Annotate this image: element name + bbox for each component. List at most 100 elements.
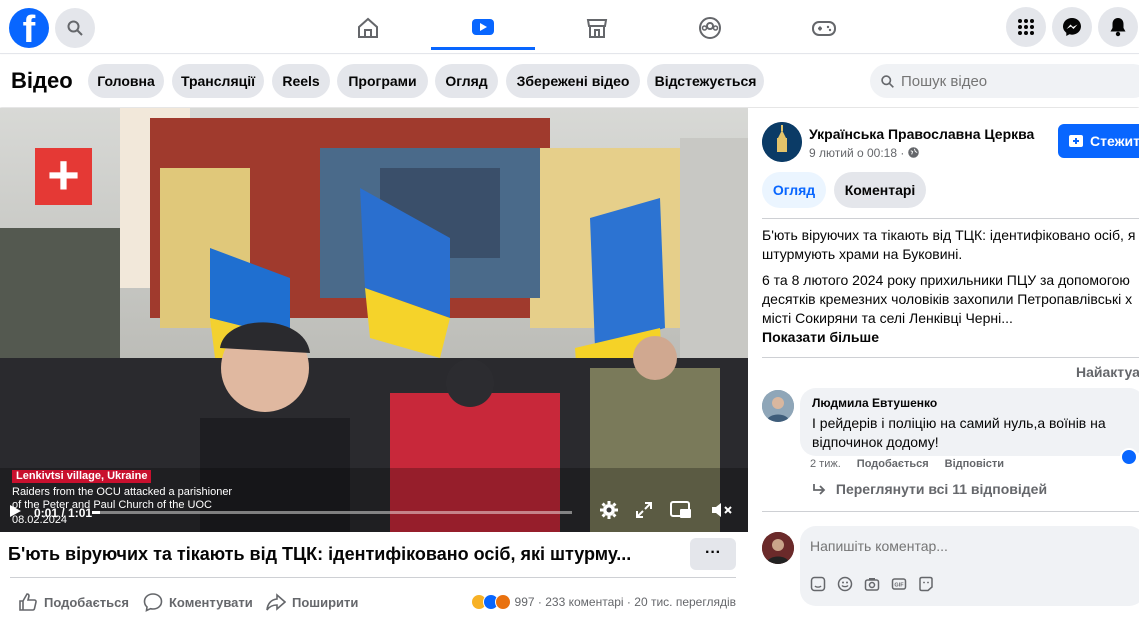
comment-author[interactable]: Людмила Евтушенко (812, 396, 937, 410)
post-actions: Подобається Коментувати Поширити 997 · 2… (0, 584, 748, 620)
thumbs-up-icon (19, 593, 37, 611)
location-caption: Lenkivtsi village, Ukraine (12, 470, 152, 483)
description-line-2: штурмують храми на Буковині. (762, 246, 963, 262)
menu-grid-icon (1018, 19, 1034, 35)
description-line-5: місті Сокиряни та селі Ленківці Черні... (762, 310, 1013, 326)
pill-reels[interactable]: Reels (272, 64, 330, 98)
separator: · (534, 595, 546, 609)
description-line-1: Б'ють віруючих та тікають від ТЦК: ідент… (762, 227, 1136, 243)
tab-groups[interactable] (658, 6, 762, 50)
reply-arrow-icon (813, 484, 826, 495)
progress-track[interactable] (92, 511, 572, 514)
menu-button[interactable] (1006, 7, 1046, 47)
camera-icon[interactable] (864, 576, 880, 592)
user-photo-icon (762, 532, 794, 564)
comments-count[interactable]: 233 коментарі (545, 595, 623, 609)
pill-shows[interactable]: Програми (337, 64, 428, 98)
emoji-icon[interactable] (837, 576, 853, 592)
comment-text-line-1: І рейдерів і поліцію на самий нуль,а вої… (812, 415, 1106, 431)
current-user-avatar[interactable] (762, 532, 794, 564)
pill-home[interactable]: Головна (88, 64, 164, 98)
composer-toolbar: GIF (810, 576, 934, 592)
separator: · (623, 595, 635, 609)
marketplace-icon (586, 19, 608, 38)
sticker-icon[interactable] (810, 576, 826, 592)
notifications-button[interactable] (1098, 7, 1138, 47)
search-icon (67, 20, 83, 36)
like-label: Подобається (44, 594, 129, 610)
commenter-avatar[interactable] (762, 390, 794, 422)
view-replies-link[interactable]: Переглянути всі 11 відповідей (812, 481, 1047, 497)
search-input[interactable] (901, 72, 1121, 90)
post-date-text: 9 лютий о 00:18 · (809, 146, 905, 160)
muted-speaker-icon (712, 503, 732, 517)
view-replies-label: Переглянути всі 11 відповідей (835, 481, 1048, 497)
tab-marketplace[interactable] (545, 6, 649, 50)
follow-button[interactable]: Стежити (1058, 124, 1139, 158)
pill-saved-videos[interactable]: Збережені відео (506, 64, 640, 98)
post-date: 9 лютий о 00:18 · (809, 146, 919, 160)
description-line-3: 6 та 8 лютого 2024 року прихильники ПЦУ … (762, 272, 1130, 288)
expand-icon (636, 502, 652, 518)
search-icon (881, 74, 894, 88)
show-more-link[interactable]: Показати більше (762, 328, 879, 347)
tab-gaming[interactable] (772, 6, 876, 50)
gif-icon[interactable]: GIF (891, 576, 907, 592)
comment-composer: GIF (800, 526, 1139, 606)
tab-home[interactable] (316, 6, 420, 50)
video-search[interactable] (870, 64, 1139, 98)
tab-comments[interactable]: Коментарі (834, 172, 926, 208)
settings-button[interactable] (599, 500, 619, 525)
play-icon (10, 505, 21, 517)
description-line-4: десятків кремезних чоловіків захопили Пе… (762, 291, 1133, 307)
reactions-count[interactable]: 997 (515, 595, 535, 609)
page-avatar[interactable] (762, 122, 802, 162)
tab-video[interactable] (431, 6, 535, 50)
avatar-sticker-icon[interactable] (918, 576, 934, 592)
play-button[interactable] (8, 504, 22, 518)
comment-time[interactable]: 2 тиж. (810, 458, 841, 470)
comment-meta: 2 тиж. Подобається Відповісти (810, 458, 1004, 470)
top-navigation-bar: f (0, 0, 1139, 54)
follow-label: Стежити (1090, 133, 1139, 149)
church-logo-icon (762, 122, 802, 162)
fullscreen-button[interactable] (636, 502, 652, 523)
comment-reply-button[interactable]: Відповісти (945, 458, 1004, 470)
divider (762, 511, 1139, 512)
globe-icon (907, 147, 919, 158)
svg-text:GIF: GIF (894, 583, 904, 589)
comment-like-button[interactable]: Подобається (857, 458, 929, 470)
facebook-logo[interactable]: f (9, 8, 49, 51)
gear-icon (600, 501, 618, 519)
divider (762, 218, 1139, 219)
search-button[interactable] (55, 8, 95, 48)
pill-live[interactable]: Трансляції (172, 64, 264, 98)
views-count: 20 тис. переглядів (634, 595, 736, 609)
angry-reaction-icon (494, 594, 511, 610)
home-icon (358, 17, 378, 38)
follow-page-icon (1069, 135, 1083, 147)
comment-input[interactable] (810, 538, 1130, 554)
messenger-icon (1063, 18, 1081, 36)
caption-line-1: Raiders from the OCU attacked a parishio… (12, 486, 233, 498)
tab-overview[interactable]: Огляд (762, 172, 826, 208)
share-label: Поширити (292, 594, 359, 610)
page-title: Відео (11, 68, 73, 93)
messenger-button[interactable] (1052, 7, 1092, 47)
page-name[interactable]: Українська Православна Церква (809, 126, 1034, 142)
post-title[interactable]: Б'ють віруючих та тікають від ТЦК: ідент… (8, 544, 631, 565)
like-button[interactable]: Подобається (18, 592, 129, 612)
share-icon (266, 593, 286, 611)
pill-following[interactable]: Відстежується (647, 64, 764, 98)
mute-button[interactable] (710, 500, 734, 525)
pill-explore[interactable]: Огляд (435, 64, 498, 98)
more-options-button[interactable]: ··· (690, 538, 736, 570)
comment-button[interactable]: Коментувати (143, 592, 253, 612)
groups-icon (699, 17, 721, 39)
comment-sort-dropdown[interactable]: Найактуа (1076, 364, 1139, 380)
video-icon (472, 18, 494, 35)
video-player[interactable]: + Lenkivtsi village, Ukraine Raiders fro… (0, 108, 748, 532)
share-button[interactable]: Поширити (266, 592, 358, 612)
miniplayer-button[interactable] (670, 500, 692, 525)
video-subnav: Відео Головна Трансляції Reels Програми … (0, 55, 1139, 107)
